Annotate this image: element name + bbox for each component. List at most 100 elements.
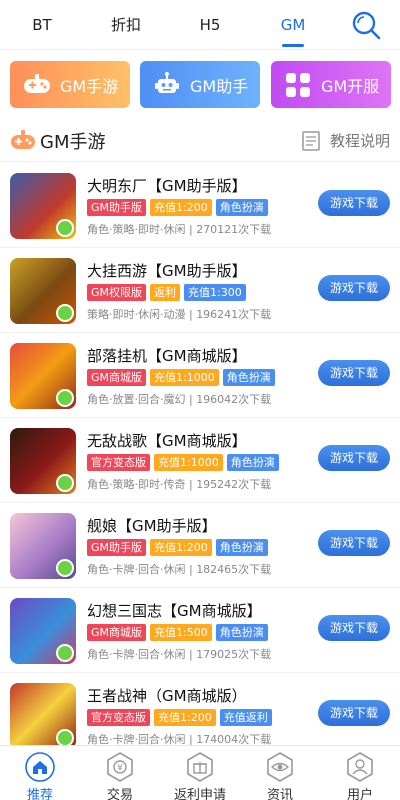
game-name[interactable]: 大明东厂【GM助手版】 <box>87 175 247 196</box>
game-tag: GM助手版 <box>87 539 147 556</box>
exchange-icon: ¥ <box>104 751 136 783</box>
tab-bt[interactable]: BT <box>22 0 62 50</box>
game-tags: GM权限版 返利 充值1:300 <box>87 284 246 301</box>
gm-assistant-label: GM助手 <box>190 76 249 96</box>
download-button[interactable]: 游戏下载 <box>318 700 390 726</box>
badge-icon <box>56 559 74 577</box>
gamepad-icon <box>22 70 52 100</box>
game-tags: 官方变态版 充值1:1000 角色扮演 <box>87 454 279 471</box>
grid-icon <box>283 70 313 100</box>
game-meta: 策略·即时·休闲·动漫 | 196241次下载 <box>87 308 272 321</box>
game-tag: 充值1:1000 <box>154 454 223 471</box>
nav-recommend[interactable]: 推荐 <box>0 746 80 800</box>
top-tab-bar: BT 折扣 H5 GM <box>0 0 400 50</box>
list-item[interactable]: 大挂西游【GM助手版】 GM权限版 返利 充值1:300 策略·即时·休闲·动漫 | 1… <box>0 248 400 333</box>
game-tag: 角色扮演 <box>226 454 279 471</box>
game-tags: GM商城版 充值1:1000 角色扮演 <box>87 369 275 386</box>
badge-icon <box>56 304 74 322</box>
game-tag: 充值1:200 <box>150 539 212 556</box>
user-icon <box>344 751 376 783</box>
download-button[interactable]: 游戏下载 <box>318 615 390 641</box>
game-meta: 角色·卡牌·回合·休闲 | 179025次下载 <box>87 648 272 661</box>
game-thumbnail[interactable] <box>10 173 76 239</box>
svg-text:¥: ¥ <box>117 764 123 774</box>
game-meta: 角色·策略·即时·休闲 | 270121次下载 <box>87 223 272 236</box>
list-item[interactable]: 幻想三国志【GM商城版】 GM商城版 充值1:500 角色扮演角色·卡牌·回合·休闲 … <box>0 588 400 673</box>
search-icon[interactable] <box>350 9 382 41</box>
game-tag: 充值1:500 <box>150 624 212 641</box>
game-tag: 角色扮演 <box>215 539 268 556</box>
game-tag: GM权限版 <box>87 284 147 301</box>
download-button[interactable]: 游戏下载 <box>318 445 390 471</box>
gm-server-label: GM开服 <box>321 76 380 96</box>
game-tag: 角色扮演 <box>215 199 268 216</box>
gm-games-button[interactable]: GM手游 <box>10 61 130 108</box>
download-button[interactable]: 游戏下载 <box>318 190 390 216</box>
game-tag: 充值1:200 <box>150 199 212 216</box>
game-tag: GM商城版 <box>87 369 147 386</box>
game-meta: 角色·策略·即时·传奇 | 195242次下载 <box>87 478 272 491</box>
game-meta: 角色·放置·回合·魔幻 | 196042次下载 <box>87 393 272 406</box>
download-button[interactable]: 游戏下载 <box>318 360 390 386</box>
tutorial-label: 教程说明 <box>329 132 390 150</box>
game-thumbnail[interactable] <box>10 258 76 324</box>
gm-games-label: GM手游 <box>60 76 119 96</box>
game-thumbnail[interactable] <box>10 428 76 494</box>
badge-icon <box>56 644 74 662</box>
game-tag: 官方变态版 <box>87 709 150 726</box>
game-name[interactable]: 舰娘【GM助手版】 <box>87 515 217 536</box>
badge-icon <box>56 474 74 492</box>
game-name[interactable]: 幻想三国志【GM商城版】 <box>87 600 262 621</box>
badge-icon <box>56 389 74 407</box>
download-button[interactable]: 游戏下载 <box>318 275 390 301</box>
game-name[interactable]: 王者战神（GM商城版） <box>87 685 247 706</box>
game-tags: GM商城版 充值1:500 角色扮演 <box>87 624 268 641</box>
game-meta: 角色·卡牌·回合·休闲 | 182465次下载 <box>87 563 272 576</box>
gamepad-icon <box>10 128 36 152</box>
game-tag: 角色扮演 <box>215 624 268 641</box>
nav-news[interactable]: 资讯 <box>240 746 320 800</box>
game-tag: GM商城版 <box>87 624 147 641</box>
nav-rebate[interactable]: 返利申请 <box>160 746 240 800</box>
game-tags: 官方变态版 充值1:200 充值返利 <box>87 709 272 726</box>
nav-user[interactable]: 用户 <box>320 746 400 800</box>
game-tag: 充值1:200 <box>154 709 216 726</box>
section-title: GM手游 <box>40 132 106 153</box>
gm-assistant-button[interactable]: GM助手 <box>140 61 260 108</box>
game-tag: 官方变态版 <box>87 454 150 471</box>
game-thumbnail[interactable] <box>10 598 76 664</box>
list-item[interactable]: 舰娘【GM助手版】 GM助手版 充值1:200 角色扮演角色·卡牌·回合·休闲 | 1… <box>0 503 400 588</box>
game-name[interactable]: 大挂西游【GM助手版】 <box>87 260 247 281</box>
game-tag: 充值返利 <box>219 709 272 726</box>
list-item[interactable]: 大明东厂【GM助手版】 GM助手版 充值1:200 角色扮演 角色·策略·即时·休闲 |… <box>0 163 400 248</box>
active-tab-indicator <box>282 44 304 47</box>
home-icon <box>24 751 56 783</box>
game-tag: 充值1:300 <box>184 284 246 301</box>
gm-server-button[interactable]: GM开服 <box>271 61 391 108</box>
game-thumbnail[interactable] <box>10 513 76 579</box>
bottom-nav: 推荐 ¥ 交易 返利申请 资讯 用户 <box>0 745 400 800</box>
game-name[interactable]: 部落挂机【GM商城版】 <box>87 345 247 366</box>
tab-discount[interactable]: 折扣 <box>104 0 148 50</box>
tutorial-link[interactable]: 教程说明 <box>302 130 390 151</box>
nav-label: 推荐 <box>26 788 53 800</box>
tab-gm[interactable]: GM <box>273 0 313 50</box>
game-thumbnail[interactable] <box>10 343 76 409</box>
game-name[interactable]: 无敌战歌【GM商城版】 <box>87 430 247 451</box>
section-header: GM手游 教程说明 <box>0 120 400 162</box>
badge-icon <box>56 219 74 237</box>
list-item[interactable]: 部落挂机【GM商城版】 GM商城版 充值1:1000 角色扮演角色·放置·回合·魔幻 … <box>0 333 400 418</box>
robot-icon <box>152 70 182 100</box>
nav-trade[interactable]: ¥ 交易 <box>80 746 160 800</box>
game-tag: 角色扮演 <box>222 369 275 386</box>
game-thumbnail[interactable] <box>10 683 76 749</box>
gift-icon <box>184 751 216 783</box>
tab-h5[interactable]: H5 <box>190 0 230 50</box>
game-tags: GM助手版 充值1:200 角色扮演 <box>87 539 268 556</box>
nav-label: 用户 <box>346 788 373 800</box>
game-tag: 返利 <box>150 284 181 301</box>
nav-label: 交易 <box>106 788 133 800</box>
list-item[interactable]: 无敌战歌【GM商城版】官方变态版 充值1:1000 角色扮演角色·策略·即时·传奇 … <box>0 418 400 503</box>
eye-icon <box>264 751 296 783</box>
download-button[interactable]: 游戏下载 <box>318 530 390 556</box>
